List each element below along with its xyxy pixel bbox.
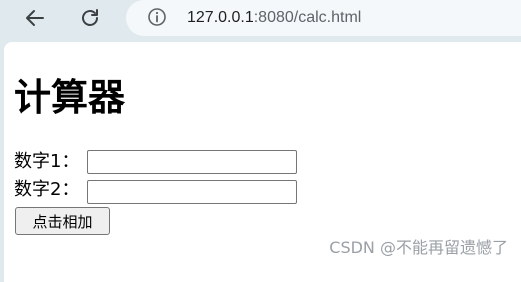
number2-label: 数字2： — [14, 179, 80, 200]
browser-toolbar: 127.0.0.1:8080/calc.html — [0, 0, 521, 38]
url-host: 127.0.0.1 — [187, 9, 254, 26]
reload-button[interactable] — [76, 4, 104, 32]
address-bar-url[interactable]: 127.0.0.1:8080/calc.html — [187, 8, 361, 28]
csdn-watermark: CSDN @不能再留遗憾了 — [329, 238, 508, 257]
back-arrow-icon — [26, 10, 44, 26]
page-title: 计算器 — [14, 76, 125, 119]
back-button[interactable] — [21, 4, 49, 32]
add-button[interactable]: 点击相加 — [15, 207, 110, 235]
url-path: :8080/calc.html — [253, 9, 362, 26]
info-icon[interactable] — [147, 7, 167, 27]
number1-input[interactable] — [87, 150, 297, 174]
reload-icon — [82, 9, 98, 26]
number2-input[interactable] — [87, 180, 297, 204]
number1-label: 数字1： — [14, 151, 80, 172]
